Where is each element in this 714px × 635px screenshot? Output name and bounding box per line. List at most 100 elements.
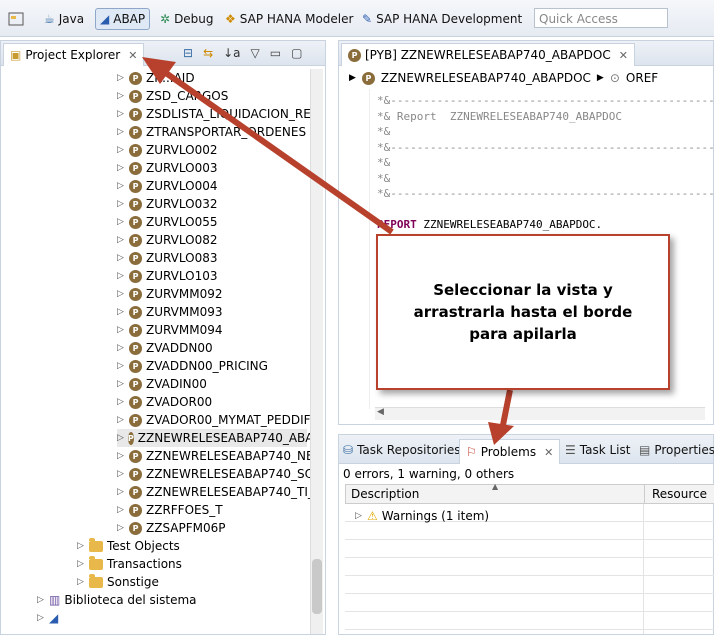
hana-development-perspective-button[interactable]: ✎ SAP HANA Development	[362, 9, 522, 29]
tree-item[interactable]: ▷ P ZURVLO103	[117, 267, 218, 285]
tree-item[interactable]: ▷ P ZURVLO032	[117, 195, 218, 213]
tree-item[interactable]: ▷ P ZVADIN00	[117, 375, 207, 393]
expand-arrow-icon[interactable]: ▷	[117, 110, 125, 119]
expand-arrow-icon[interactable]: ▷	[117, 524, 125, 533]
quick-access-input[interactable]: Quick Access	[534, 8, 668, 28]
expand-arrow-icon[interactable]: ▷	[117, 362, 125, 371]
tree-item[interactable]: ▷ P ZURVLO004	[117, 177, 218, 195]
expand-arrow-icon[interactable]: ▷	[117, 398, 125, 407]
tree-folder-test-objects[interactable]: ▷ Test Objects	[77, 537, 180, 555]
editor-h-scrollbar[interactable]: ◀	[375, 407, 705, 420]
expand-arrow-icon[interactable]: ▷	[117, 92, 125, 101]
tree-item[interactable]: ▷ P ZURVLO082	[117, 231, 218, 249]
tab-project-explorer[interactable]: ▣ Project Explorer ✕	[3, 43, 145, 66]
tree-item[interactable]: ▷ P ZURVLO083	[117, 249, 218, 267]
tab-properties[interactable]: ▤ Properties	[639, 440, 714, 460]
sort-icon[interactable]: ↓a	[223, 46, 240, 60]
tree-item[interactable]: ▷ P ZTRANSPORTAR_ORDENES	[117, 123, 306, 141]
tree-item[interactable]: ▷ P ZVADOR00_MYMAT_PEDDIF	[117, 411, 311, 429]
tree-folder-transactions[interactable]: ▷ Transactions	[77, 555, 182, 573]
expand-arrow-icon[interactable]: ▷	[117, 344, 125, 353]
expand-arrow-icon[interactable]: ▷	[117, 308, 125, 317]
expand-arrow-icon[interactable]: ▷	[77, 578, 85, 587]
tab-task-repositories[interactable]: ⛁ Task Repositories	[343, 440, 460, 460]
project-explorer-view: ▣ Project Explorer ✕ ⊟ ⇆ ↓a ▽ ▭ ▢ ▷ P ZR..…	[0, 40, 326, 635]
library-icon: ▥	[49, 593, 61, 607]
tree-item[interactable]: ▷ P ZVADDN00	[117, 339, 213, 357]
tab-task-list[interactable]: ☰ Task List	[565, 440, 630, 460]
breadcrumb-arrow-icon[interactable]: ▶	[349, 73, 356, 83]
expand-arrow-icon[interactable]: ▷	[37, 596, 45, 605]
column-resource[interactable]: Resource	[652, 487, 707, 501]
problems-warning-row[interactable]: ▷ ⚠ Warnings (1 item)	[355, 507, 489, 525]
close-icon[interactable]: ✕	[619, 49, 628, 62]
expand-arrow-icon[interactable]: ▷	[117, 470, 125, 479]
debug-perspective-button[interactable]: ✲ Debug	[160, 9, 214, 29]
expand-arrow-icon[interactable]: ▷	[37, 614, 45, 623]
close-icon[interactable]: ✕	[544, 446, 553, 459]
expand-arrow-icon[interactable]: ▷	[117, 200, 125, 209]
expand-arrow-icon[interactable]: ▷	[117, 74, 125, 83]
tree-item[interactable]: ▷ P ZURVMM092	[117, 285, 223, 303]
expand-arrow-icon[interactable]: ▷	[117, 506, 125, 515]
tree-item[interactable]: ▷ P ZVADDN00_PRICING	[117, 357, 268, 375]
program-icon: P	[129, 107, 142, 121]
tree-folder-sonstige[interactable]: ▷ Sonstige	[77, 573, 159, 591]
expand-arrow-icon[interactable]: ▷	[117, 416, 125, 425]
breadcrumb-arrow-icon[interactable]: ▶	[597, 73, 604, 83]
tree-root-abap[interactable]: ▷ ◢	[37, 609, 58, 627]
program-icon: P	[129, 341, 142, 355]
tree-root-biblioteca[interactable]: ▷ ▥ Biblioteca del sistema	[37, 591, 197, 609]
code-area[interactable]: *&--------------------------------------…	[377, 93, 714, 233]
tab-problems[interactable]: ⚐ Problems ✕	[459, 439, 561, 464]
tree-item-selected[interactable]: ▷ P ZZNEWRELESEABAP740_ABAP	[117, 429, 313, 447]
scrollbar-thumb[interactable]	[312, 559, 322, 614]
tree-item[interactable]: ▷ P ZZRFFOES_T	[117, 501, 223, 519]
expand-arrow-icon[interactable]: ▷	[117, 326, 125, 335]
expand-arrow-icon[interactable]: ▷	[117, 218, 125, 227]
tree-item[interactable]: ▷ P ZVADOR00	[117, 393, 212, 411]
tree-item[interactable]: ▷ P ZZSAPFM06P	[117, 519, 226, 537]
expand-arrow-icon[interactable]: ▷	[117, 380, 125, 389]
java-perspective-button[interactable]: ☕ Java	[44, 9, 84, 29]
expand-arrow-icon[interactable]: ▷	[117, 146, 125, 155]
tree-item[interactable]: ▷ P ZURVMM093	[117, 303, 223, 321]
link-with-editor-icon[interactable]: ⇆	[203, 46, 213, 60]
expand-arrow-icon[interactable]: ▷	[355, 512, 363, 521]
minimize-icon[interactable]: ▭	[270, 46, 281, 60]
tree-item[interactable]: ▷ P ZR...AID	[117, 69, 195, 87]
maximize-icon[interactable]: ▢	[291, 46, 302, 60]
expand-arrow-icon[interactable]: ▷	[77, 542, 85, 551]
expand-arrow-icon[interactable]: ▷	[117, 128, 125, 137]
view-menu-icon[interactable]: ▽	[251, 46, 260, 60]
expand-arrow-icon[interactable]: ▷	[77, 560, 85, 569]
tab-editor-abapdoc[interactable]: P [PYB] ZZNEWRELESEABAP740_ABAPDOC ✕	[341, 43, 635, 66]
perspective-icon[interactable]	[8, 9, 26, 29]
tree-item[interactable]: ▷ P ZURVLO055	[117, 213, 218, 231]
column-divider[interactable]	[644, 485, 645, 503]
expand-arrow-icon[interactable]: ▷	[117, 236, 125, 245]
tree-item[interactable]: ▷ P ZSD_CARGOS	[117, 87, 228, 105]
hana-modeler-perspective-button[interactable]: ❖ SAP HANA Modeler	[225, 9, 353, 29]
tree-item[interactable]: ▷ P ZZNEWRELESEABAP740_NEW	[117, 447, 313, 465]
column-description[interactable]: Description	[351, 487, 419, 501]
expand-arrow-icon[interactable]: ▷	[117, 164, 125, 173]
abap-perspective-button[interactable]: ◢ ABAP	[95, 8, 151, 30]
tree-item[interactable]: ▷ P ZZNEWRELESEABAP740_TI_KE	[117, 483, 313, 501]
expand-arrow-icon[interactable]: ▷	[117, 182, 125, 191]
tree-item[interactable]: ▷ P ZURVLO002	[117, 141, 218, 159]
expand-arrow-icon[interactable]: ▷	[117, 452, 125, 461]
expand-arrow-icon[interactable]: ▷	[117, 434, 124, 443]
collapse-all-icon[interactable]: ⊟	[183, 46, 193, 60]
expand-arrow-icon[interactable]: ▷	[117, 488, 125, 497]
tree-item[interactable]: ▷ P ZURVLO003	[117, 159, 218, 177]
tree-item[interactable]: ▷ P ZURVMM094	[117, 321, 223, 339]
tree-scrollbar[interactable]	[310, 69, 323, 634]
expand-arrow-icon[interactable]: ▷	[117, 272, 125, 281]
expand-arrow-icon[interactable]: ▷	[117, 290, 125, 299]
expand-arrow-icon[interactable]: ▷	[117, 254, 125, 263]
tree-item[interactable]: ▷ P ZZNEWRELESEABAP740_SQL	[117, 465, 313, 483]
tree-item[interactable]: ▷ P ZSDLISTA_LIQUIDACION_RET	[117, 105, 313, 123]
close-icon[interactable]: ✕	[128, 49, 137, 62]
scroll-left-icon[interactable]: ◀	[377, 407, 384, 417]
